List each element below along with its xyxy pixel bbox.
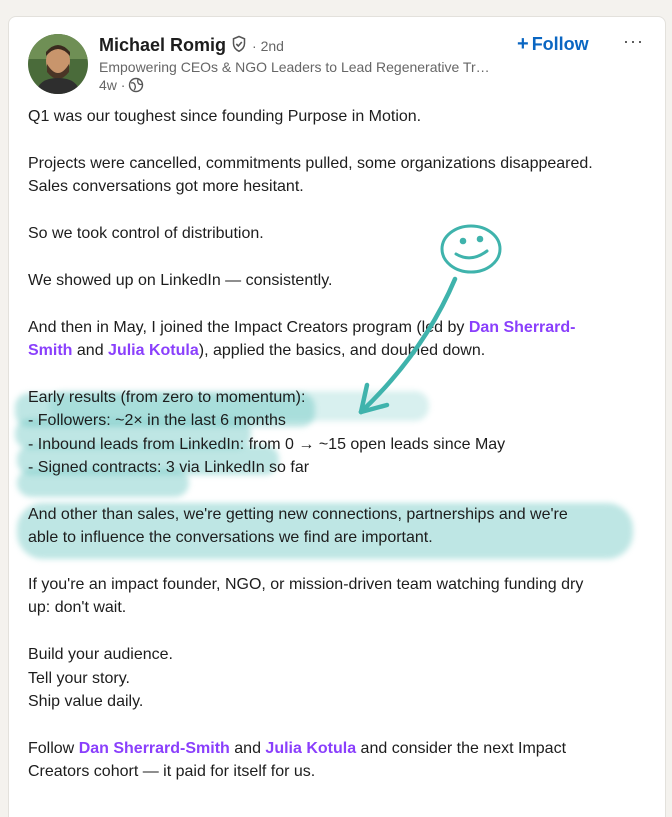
mention-julia-kotula[interactable]: Julia Kotula [265,740,356,757]
post-paragraph: And other than sales, we're getting new … [28,505,568,547]
mention-julia-kotula[interactable]: Julia Kotula [108,342,199,359]
connection-degree: · 2nd [252,38,284,54]
mention-dan-sherrard-smith[interactable]: Dan Sherrard-Smith [79,740,230,757]
post-paragraph: Build your audience. Tell your story. Ship… [28,646,173,711]
author-name[interactable]: Michael Romig · 2nd [99,35,284,58]
post-paragraph: Follow Dan Sherrard-Smith and Julia Kotu… [28,739,567,781]
post-paragraph: Projects were cancelled, commitments pul… [28,154,593,196]
post-meta: 4w · [99,77,144,96]
post-header: Michael Romig · 2nd Empowering CEOs & NGO… [9,17,665,107]
mention-dan-sherrard-smith[interactable]: Smith [28,342,72,359]
author-headline: Empowering CEOs & NGO Leaders to Lead Re… [99,59,490,75]
post-paragraph: So we took control of distribution. [28,225,264,242]
post-paragraph: If you're an impact founder, NGO, or mis… [28,576,584,617]
results-list: Early results (from zero to momentum): - … [28,388,506,477]
mention-dan-sherrard-smith[interactable]: Dan Sherrard- [469,319,576,336]
globe-icon [128,77,144,96]
avatar[interactable] [28,34,88,94]
post-time: 4w · [99,77,126,93]
post-paragraph: And then in May, I joined the Impact Cre… [28,318,576,359]
post-card: Michael Romig · 2nd Empowering CEOs & NGO… [8,16,666,817]
verified-icon [230,35,248,58]
more-options-button[interactable]: ··· [617,29,647,53]
post-body: Q1 was our toughest since founding Purpo… [28,105,648,807]
follow-button[interactable]: + Follow [517,32,589,56]
post-paragraph: We showed up on LinkedIn — consistently. [28,271,333,289]
post-paragraph: Q1 was our toughest since founding Purpo… [28,108,422,125]
